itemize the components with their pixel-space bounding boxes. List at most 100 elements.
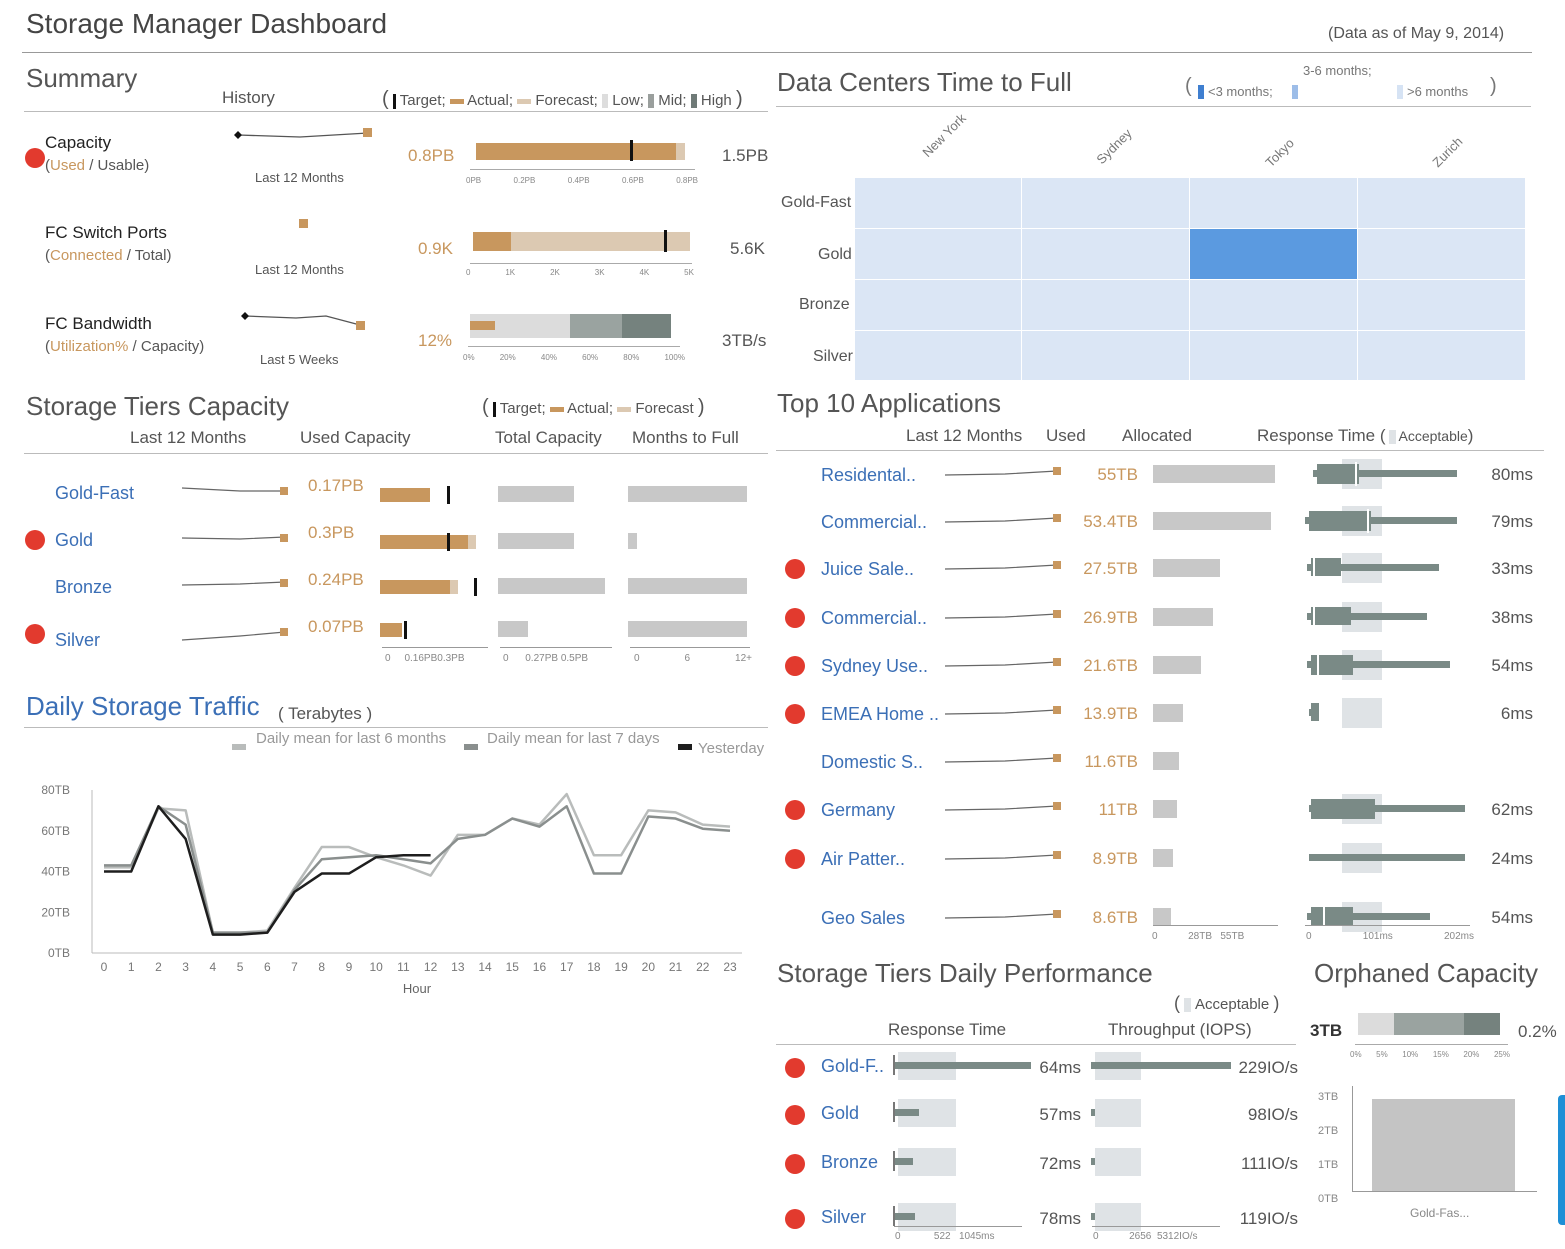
alert-indicator	[785, 800, 805, 820]
rt-axis	[1305, 925, 1470, 926]
app-link[interactable]: Juice Sale..	[821, 559, 914, 580]
perf-rt-range	[893, 1158, 913, 1165]
app-rt-iqr	[1311, 799, 1375, 819]
perf-tp-range	[1091, 1109, 1095, 1116]
tier-target-marker	[474, 578, 477, 596]
tier-link-silver[interactable]: Silver	[55, 630, 100, 651]
perf-tp-value: 229IO/s	[1238, 1058, 1298, 1077]
bandwidth-actual-bar	[470, 321, 495, 330]
perf-tp-acceptable	[1095, 1099, 1141, 1127]
history-label: History	[222, 88, 275, 107]
tier-total-bar	[498, 578, 605, 594]
alert-indicator	[785, 1209, 805, 1229]
app-sparkline	[945, 706, 1061, 715]
app-rt-value: 80ms	[1491, 465, 1533, 484]
rt-axis-ticks: 0 101ms 202ms	[1306, 931, 1474, 942]
perf-rt-marker	[893, 1055, 895, 1075]
tier-used-bar	[380, 535, 468, 549]
app-rt-iqr	[1317, 464, 1359, 484]
perf-rt-range	[893, 1062, 1031, 1069]
app-rt-marker	[1367, 509, 1369, 533]
perf-tp-value: 119IO/s	[1239, 1209, 1298, 1228]
app-used-value: 8.9TB	[1092, 849, 1138, 868]
x-tick-label: 22	[696, 960, 710, 974]
app-allocated-bar	[1153, 752, 1179, 770]
tier-link-bronze[interactable]: Bronze	[55, 577, 112, 598]
bandwidth-axis	[468, 346, 680, 347]
app-rt-value: 62ms	[1491, 800, 1533, 819]
tier-link-gold[interactable]: Gold	[55, 530, 93, 551]
scroll-indicator[interactable]	[1558, 1095, 1565, 1225]
perf-tier-link[interactable]: Gold-F..	[821, 1056, 884, 1077]
y-tick-label: 20TB	[41, 905, 70, 919]
x-tick-label: 21	[669, 960, 683, 974]
app-link[interactable]: Germany	[821, 800, 895, 821]
bandwidth-sparkline	[241, 312, 365, 330]
dc-row-silver: Silver	[813, 348, 854, 365]
tier-target-marker	[447, 533, 450, 551]
summary-legend: ( Target; Actual; Forecast; Low; Mid; Hi…	[382, 88, 743, 110]
bandwidth-axis-ticks: 0% 20% 40% 60% 80% 100%	[463, 353, 685, 362]
ports-actual: 0.9K	[418, 239, 453, 258]
app-rt-marker	[1307, 701, 1309, 725]
x-tick-label: 3	[182, 960, 189, 974]
months-axis-ticks: 0 6 12+	[634, 653, 752, 664]
used-axis-ticks: 0 0.16PB0.3PB	[385, 653, 465, 664]
app-used-value: 11TB	[1098, 800, 1138, 819]
traffic-title[interactable]: Daily Storage Traffic	[26, 691, 260, 722]
alloc-axis-ticks: 0 28TB 55TB	[1152, 931, 1245, 942]
capacity-axis	[470, 169, 695, 170]
alert-indicator	[785, 1058, 805, 1078]
ports-axis	[470, 263, 692, 264]
series-line-0	[104, 792, 731, 934]
x-tick-label: 14	[478, 960, 492, 974]
perf-header-rt: Response Time	[888, 1020, 1007, 1039]
app-link[interactable]: Air Patter..	[821, 849, 905, 870]
perf-tp-value: 98IO/s	[1247, 1105, 1298, 1124]
perf-tier-link[interactable]: Bronze	[821, 1152, 878, 1173]
app-link[interactable]: Commercial..	[821, 608, 927, 629]
y-tick-label: 80TB	[41, 783, 70, 797]
alert-indicator	[785, 656, 805, 676]
dc-col-tokyo: Tokyo	[1262, 135, 1298, 170]
app-link[interactable]: Residental..	[821, 465, 916, 486]
perf-legend: (Acceptable )	[1174, 993, 1280, 1013]
dc-cell-tokyo-gold[interactable]	[1190, 229, 1357, 279]
app-link[interactable]: Sydney Use..	[821, 656, 928, 677]
orphaned-total: 3TB	[1310, 1021, 1343, 1040]
app-allocated-bar	[1153, 465, 1275, 483]
x-tick-label: 12	[424, 960, 438, 974]
orphaned-y-ticks: 3TB 2TB 1TB 0TB	[1318, 1091, 1339, 1205]
app-used-value: 26.9TB	[1083, 608, 1138, 627]
tier-used-value: 0.24PB	[308, 570, 364, 589]
app-link[interactable]: Geo Sales	[821, 908, 905, 929]
app-link[interactable]: EMEA Home ..	[821, 704, 939, 725]
app-rt-value: 6ms	[1500, 704, 1533, 723]
tier-link-gold-fast[interactable]: Gold-Fast	[55, 483, 134, 504]
orphaned-y-axis	[1352, 1086, 1353, 1191]
alert-indicator	[25, 530, 45, 550]
dc-row-bronze: Bronze	[799, 296, 850, 313]
app-sparkline	[945, 561, 1061, 570]
tiers-header-total: Total Capacity	[495, 428, 602, 447]
tiers-title: Storage Tiers Capacity	[26, 391, 290, 421]
perf-rt-value: 72ms	[1039, 1154, 1081, 1173]
orphaned-bar-gold-fast[interactable]	[1372, 1099, 1515, 1191]
ports-target-marker	[664, 230, 667, 252]
data-date: (Data as of May 9, 2014)	[1328, 25, 1505, 42]
perf-rt-value: 78ms	[1039, 1209, 1081, 1228]
tier-months-bar	[628, 578, 747, 594]
x-tick-label: 23	[723, 960, 737, 974]
perf-tier-link[interactable]: Gold	[821, 1103, 859, 1124]
app-link[interactable]: Commercial..	[821, 512, 927, 533]
app-rt-range	[1307, 854, 1465, 861]
app-link[interactable]: Domestic S..	[821, 752, 923, 773]
app-sparkline	[945, 514, 1061, 523]
months-axis	[630, 647, 750, 648]
x-tick-label: 13	[451, 960, 465, 974]
perf-tp-acceptable	[1095, 1148, 1141, 1176]
apps-header-history: Last 12 Months	[906, 426, 1023, 445]
perf-tier-link[interactable]: Silver	[821, 1207, 866, 1228]
orphaned-range-high	[1464, 1013, 1500, 1035]
x-tick-label: 2	[155, 960, 162, 974]
